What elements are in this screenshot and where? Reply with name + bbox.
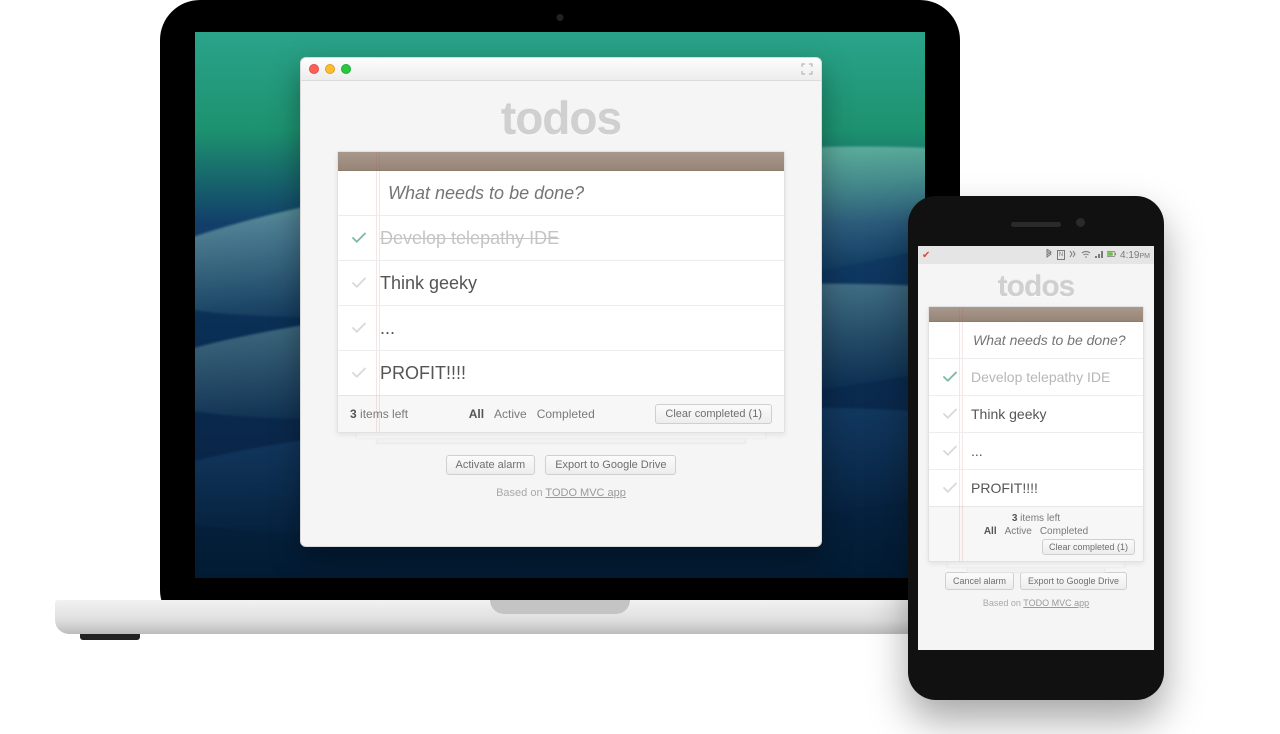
phone-camera: [1076, 218, 1085, 227]
checkmark-icon[interactable]: [348, 274, 370, 292]
checkmark-icon[interactable]: [939, 368, 961, 386]
laptop-camera: [557, 14, 564, 21]
checkmark-icon[interactable]: [348, 364, 370, 382]
nfc-icon: N: [1057, 250, 1065, 260]
credit-text: Based on TODO MVC app: [928, 598, 1144, 608]
todo-item[interactable]: Think geeky: [338, 260, 784, 305]
zoom-icon[interactable]: [341, 64, 351, 74]
todo-item[interactable]: Develop telepathy IDE: [929, 358, 1143, 395]
items-left: 3 items left: [350, 407, 408, 421]
app-title: todos: [337, 91, 785, 145]
new-todo-input[interactable]: [939, 331, 1129, 349]
activate-alarm-button[interactable]: Activate alarm: [446, 455, 536, 475]
export-drive-button[interactable]: Export to Google Drive: [545, 455, 676, 475]
laptop-screen: todos Develop telepathy IDE: [195, 32, 925, 578]
filter-active[interactable]: Active: [494, 407, 527, 421]
phone-screen: ✔ N 4:19PM todos: [918, 246, 1154, 650]
window-titlebar[interactable]: [301, 58, 821, 81]
filter-all[interactable]: All: [469, 407, 484, 421]
filter-completed[interactable]: Completed: [1040, 526, 1088, 537]
clear-completed-button[interactable]: Clear completed (1): [655, 404, 772, 424]
android-status-bar: ✔ N 4:19PM: [918, 246, 1154, 264]
checkmark-icon[interactable]: [348, 319, 370, 337]
cancel-alarm-button[interactable]: Cancel alarm: [945, 572, 1014, 590]
vibrate-icon: [1068, 249, 1078, 262]
items-left: 3 items left: [1012, 513, 1060, 524]
todo-label: ...: [971, 443, 983, 459]
app-title: todos: [928, 270, 1144, 304]
wifi-icon: [1081, 249, 1091, 262]
sheet-header-stripe: [338, 152, 784, 171]
filter-active[interactable]: Active: [1005, 526, 1032, 537]
phone-frame: ✔ N 4:19PM todos: [908, 196, 1164, 700]
todo-label: Think geeky: [971, 406, 1046, 422]
todo-item[interactable]: PROFIT!!!!: [929, 469, 1143, 506]
sheet-footer: 3 items left All Active Completed Clear …: [929, 506, 1143, 561]
filter-all[interactable]: All: [984, 526, 997, 537]
checkmark-icon[interactable]: [939, 405, 961, 423]
credit-text: Based on TODO MVC app: [337, 487, 785, 499]
bluetooth-icon: [1044, 249, 1054, 262]
todo-item[interactable]: Think geeky: [929, 395, 1143, 432]
todo-label: Think geeky: [380, 273, 477, 294]
sheet-footer: 3 items left All Active Completed Clear …: [338, 395, 784, 432]
laptop-notch: [490, 600, 630, 614]
export-drive-button[interactable]: Export to Google Drive: [1020, 572, 1127, 590]
todo-label: PROFIT!!!!: [971, 480, 1038, 496]
signal-icon: [1094, 249, 1104, 262]
minimize-icon[interactable]: [325, 64, 335, 74]
clear-completed-button[interactable]: Clear completed (1): [1042, 539, 1135, 555]
filter-completed[interactable]: Completed: [537, 407, 595, 421]
status-time: 4:19PM: [1120, 250, 1150, 261]
laptop-body: todos Develop telepathy IDE: [160, 0, 960, 630]
new-todo-row[interactable]: [929, 322, 1143, 358]
checkmark-icon[interactable]: [348, 229, 370, 247]
credit-link[interactable]: TODO MVC app: [545, 487, 626, 499]
todo-item[interactable]: ...: [929, 432, 1143, 469]
sheet-header-stripe: [929, 307, 1143, 322]
close-icon[interactable]: [309, 64, 319, 74]
phone-speaker: [1011, 222, 1061, 227]
credit-link[interactable]: TODO MVC app: [1023, 598, 1089, 608]
new-todo-row[interactable]: [338, 171, 784, 215]
todo-item[interactable]: ...: [338, 305, 784, 350]
expand-icon[interactable]: [801, 62, 813, 74]
todo-item[interactable]: PROFIT!!!!: [338, 350, 784, 395]
filter-group: All Active Completed: [469, 407, 595, 421]
todo-label: ...: [380, 318, 395, 339]
todo-label: Develop telepathy IDE: [380, 228, 559, 249]
todo-sheet: Develop telepathy IDE Think geeky: [337, 151, 785, 433]
battery-icon: [1107, 249, 1117, 262]
carrier-check-icon: ✔: [922, 250, 930, 261]
todo-item[interactable]: Develop telepathy IDE: [338, 215, 784, 260]
app-window: todos Develop telepathy IDE: [300, 57, 822, 547]
checkmark-icon[interactable]: [939, 442, 961, 460]
new-todo-input[interactable]: [348, 182, 770, 205]
todo-label: Develop telepathy IDE: [971, 369, 1110, 385]
filter-group: All Active Completed: [984, 526, 1088, 537]
checkmark-icon[interactable]: [939, 479, 961, 497]
todo-label: PROFIT!!!!: [380, 363, 466, 384]
laptop-frame: todos Develop telepathy IDE: [160, 0, 960, 630]
todo-sheet: Develop telepathy IDE Think geeky ...: [928, 306, 1144, 562]
